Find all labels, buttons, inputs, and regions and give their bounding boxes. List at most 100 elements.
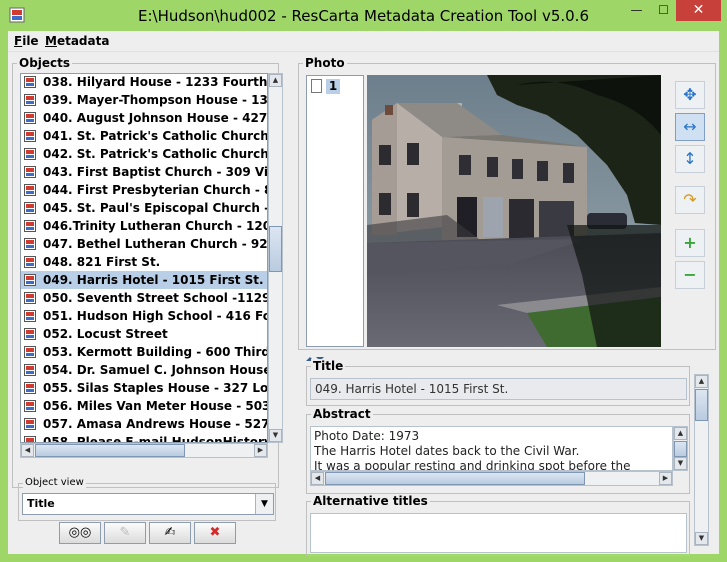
- list-item-label: 038. Hilyard House - 1233 Fourth St.: [43, 75, 268, 89]
- list-item[interactable]: 046.Trinity Lutheran Church - 1205 Sixt: [21, 217, 267, 235]
- list-item[interactable]: 047. Bethel Lutheran Church - 920 Third: [21, 235, 268, 253]
- list-item[interactable]: 045. St. Paul's Episcopal Church - 900 F…: [21, 199, 267, 217]
- list-item[interactable]: 048. 821 First St.: [21, 253, 267, 271]
- objects-panel: Objects 038. Hilyard House - 1233 Fourth…: [12, 56, 283, 488]
- title-field[interactable]: 049. Harris Hotel - 1015 First St.: [310, 378, 687, 400]
- list-item[interactable]: 056. Miles Van Meter House - 503 Vine S: [21, 397, 268, 415]
- list-item-label: 056. Miles Van Meter House - 503 Vine S: [43, 399, 268, 413]
- scroll-up-icon[interactable]: ▲: [269, 74, 282, 87]
- zoom-out-button[interactable]: −: [675, 261, 705, 289]
- delete-object-button[interactable]: ✖: [194, 522, 236, 544]
- list-item[interactable]: 041. St. Patrick's Catholic Church - 403: [21, 127, 268, 145]
- photo-object-icon: [24, 328, 36, 340]
- menu-metadata[interactable]: Metadata: [45, 34, 109, 48]
- photo-object-icon: [24, 382, 36, 394]
- list-item[interactable]: 055. Silas Staples House - 327 Locust S: [21, 379, 267, 397]
- list-item-label: 049. Harris Hotel - 1015 First St.: [43, 273, 264, 287]
- list-item-label: 041. St. Patrick's Catholic Church - 403: [43, 129, 268, 143]
- photo-viewer[interactable]: [367, 75, 661, 347]
- scroll-up-icon[interactable]: ▲: [674, 427, 687, 440]
- scroll-right-icon[interactable]: ▶: [659, 472, 672, 485]
- list-item-label: 057. Amasa Andrews House - 527 Vine: [43, 417, 268, 431]
- photo-object-icon: [24, 94, 36, 106]
- list-item-label: 045. St. Paul's Episcopal Church - 900 F…: [43, 201, 267, 215]
- objects-vertical-scrollbar[interactable]: ▲ ▼: [268, 73, 283, 443]
- objects-horizontal-scrollbar[interactable]: ◀ ▶: [20, 443, 268, 458]
- abstract-horizontal-scrollbar[interactable]: ◀ ▶: [310, 471, 673, 486]
- rotate-button[interactable]: ↷: [675, 186, 705, 214]
- list-item[interactable]: 054. Dr. Samuel C. Johnson House - 40: [21, 361, 267, 379]
- objects-list[interactable]: 038. Hilyard House - 1233 Fourth St. 039.…: [20, 73, 268, 443]
- photo-object-icon: [24, 148, 36, 160]
- metadata-vertical-scrollbar[interactable]: ▲ ▼: [694, 374, 709, 546]
- list-item[interactable]: 040. August Johnson House - 427 St. C: [21, 109, 267, 127]
- list-item[interactable]: 049. Harris Hotel - 1015 First St.: [21, 271, 267, 289]
- objects-hscroll-thumb[interactable]: [35, 444, 185, 457]
- scroll-down-icon[interactable]: ▼: [695, 532, 708, 545]
- fit-height-button[interactable]: ↕: [675, 145, 705, 173]
- abstract-field[interactable]: Photo Date: 1973 The Harris Hotel dates …: [310, 426, 673, 471]
- splitter-handle[interactable]: [304, 351, 710, 361]
- metadata-vscroll-thumb[interactable]: [695, 389, 708, 421]
- list-item[interactable]: 050. Seventh Street School -1129 Seven: [21, 289, 268, 307]
- photo-object-icon: [24, 292, 36, 304]
- photo-object-icon: [24, 364, 36, 376]
- photo-object-icon: [24, 76, 36, 88]
- scroll-left-icon[interactable]: ◀: [311, 472, 324, 485]
- list-item[interactable]: 051. Hudson High School - 416 Fourth S: [21, 307, 267, 325]
- abstract-vertical-scrollbar[interactable]: ▲ ▼: [673, 426, 688, 471]
- scroll-left-icon[interactable]: ◀: [21, 444, 34, 457]
- view-object-button[interactable]: ◎◎: [59, 522, 101, 544]
- title-group: Title 049. Harris Hotel - 1015 First St.: [306, 359, 690, 406]
- fit-width-button[interactable]: ↔: [675, 113, 705, 141]
- alternative-titles-field[interactable]: [310, 513, 687, 553]
- objects-vscroll-thumb[interactable]: [269, 226, 282, 272]
- object-view-select[interactable]: Title ▼: [22, 493, 274, 515]
- list-item[interactable]: 058. Please E-mail HudsonHistory@gma: [21, 433, 267, 443]
- list-item[interactable]: 057. Amasa Andrews House - 527 Vine: [21, 415, 268, 433]
- maximize-button[interactable]: ☐: [650, 0, 677, 21]
- photo-object-icon: [24, 220, 36, 232]
- list-item-label: 050. Seventh Street School -1129 Seven: [43, 291, 268, 305]
- title-bar: E:\Hudson\hud002 - ResCarta Metadata Cre…: [0, 0, 727, 31]
- scroll-up-icon[interactable]: ▲: [695, 375, 708, 388]
- edit-object-button[interactable]: ✎: [104, 522, 146, 544]
- list-item-label: 051. Hudson High School - 416 Fourth S: [43, 309, 267, 323]
- close-button[interactable]: ✕: [676, 0, 721, 21]
- list-item[interactable]: 052. Locust Street: [21, 325, 267, 343]
- photo-object-icon: [24, 130, 36, 142]
- photo-object-icon: [24, 112, 36, 124]
- list-item-label: 052. Locust Street: [43, 327, 168, 341]
- minimize-button[interactable]: —: [623, 0, 650, 21]
- list-item-label: 047. Bethel Lutheran Church - 920 Third: [43, 237, 268, 251]
- photo-object-icon: [24, 346, 36, 358]
- zoom-in-button[interactable]: +: [675, 229, 705, 257]
- photo-title: Photo: [303, 56, 347, 70]
- page-thumbnail-item[interactable]: 1: [309, 78, 341, 95]
- scroll-right-icon[interactable]: ▶: [254, 444, 267, 457]
- move-tool-button[interactable]: ✥: [675, 81, 705, 109]
- photo-object-icon: [24, 274, 36, 286]
- photo-object-icon: [24, 400, 36, 412]
- list-item[interactable]: 053. Kermott Building - 600 Third St.: [21, 343, 268, 361]
- page-number: 1: [326, 79, 340, 94]
- abstract-hscroll-thumb[interactable]: [325, 472, 585, 485]
- menu-file[interactable]: File: [14, 34, 39, 48]
- chevron-down-icon[interactable]: ▼: [255, 494, 273, 514]
- scroll-down-icon[interactable]: ▼: [674, 457, 687, 470]
- list-item-label: 053. Kermott Building - 600 Third St.: [43, 345, 268, 359]
- abstract-vscroll-thumb[interactable]: [674, 441, 687, 457]
- object-view-group: Object view Title ▼: [18, 477, 276, 521]
- list-item[interactable]: 038. Hilyard House - 1233 Fourth St.: [21, 74, 268, 91]
- list-item-label: 058. Please E-mail HudsonHistory@gma: [43, 435, 267, 443]
- abstract-line: The Harris Hotel dates back to the Civil…: [314, 444, 580, 458]
- list-item[interactable]: 043. First Baptist Church - 309 Vine St.: [21, 163, 267, 181]
- scroll-down-icon[interactable]: ▼: [269, 429, 282, 442]
- page-thumbnail-list[interactable]: 1: [306, 75, 364, 347]
- building-photo: [367, 75, 661, 347]
- edit-metadata-button[interactable]: ✍: [149, 522, 191, 544]
- list-item[interactable]: 042. St. Patrick's Catholic Church Recto: [21, 145, 267, 163]
- list-item[interactable]: 044. First Presbyterian Church - 828 Thi…: [21, 181, 267, 199]
- photo-object-icon: [24, 256, 36, 268]
- list-item[interactable]: 039. Mayer-Thompson House - 1302 Fou: [21, 91, 267, 109]
